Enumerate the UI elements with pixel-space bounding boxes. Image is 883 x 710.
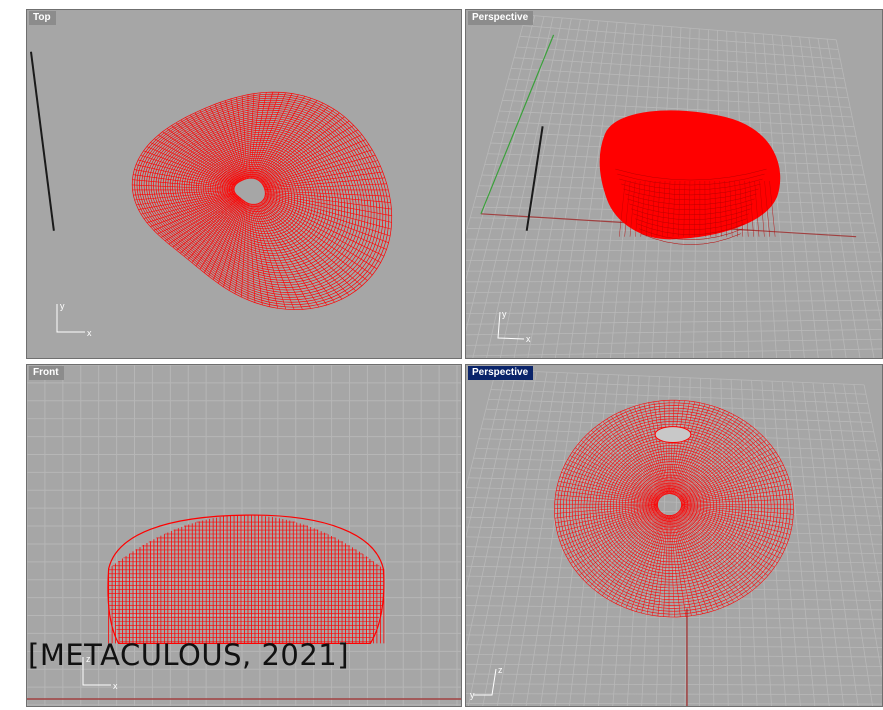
viewport-title-perspective-1[interactable]: Perspective	[468, 11, 534, 25]
gnomon-axis-y: y	[60, 301, 65, 311]
gnomon-axis-x: x	[87, 328, 92, 338]
viewport-perspective-1[interactable]: Perspective y x	[465, 9, 883, 359]
gnomon-axis-y: y	[470, 690, 475, 700]
axis-gnomon-icon: y x	[53, 302, 93, 342]
viewport-perspective-1-canvas[interactable]	[466, 10, 882, 358]
viewport-perspective-2-canvas[interactable]	[466, 365, 882, 706]
citation-caption: [METACULOUS, 2021]	[28, 638, 350, 672]
viewport-title-top[interactable]: Top	[29, 11, 56, 25]
persp1-mesh	[599, 110, 781, 245]
viewport-perspective-2[interactable]: Perspective z y	[465, 364, 883, 707]
front-mesh	[107, 514, 385, 644]
axis-gnomon-icon: y x	[494, 308, 534, 348]
gnomon-axis-x: x	[526, 334, 531, 344]
axis-gnomon-icon: z y	[470, 665, 510, 705]
viewport-title-front[interactable]: Front	[29, 366, 64, 380]
viewport-title-perspective-2[interactable]: Perspective	[468, 366, 534, 380]
viewport-top[interactable]: Top y x	[26, 9, 462, 359]
top-mesh	[131, 91, 393, 310]
gnomon-axis-y: y	[502, 309, 507, 319]
world-axis-line	[29, 51, 55, 231]
gnomon-axis-z: z	[498, 665, 503, 675]
rhino-viewport-layout: Top y x Perspective y x Front z x Perspe…	[26, 9, 883, 707]
gnomon-axis-x: x	[113, 681, 118, 691]
